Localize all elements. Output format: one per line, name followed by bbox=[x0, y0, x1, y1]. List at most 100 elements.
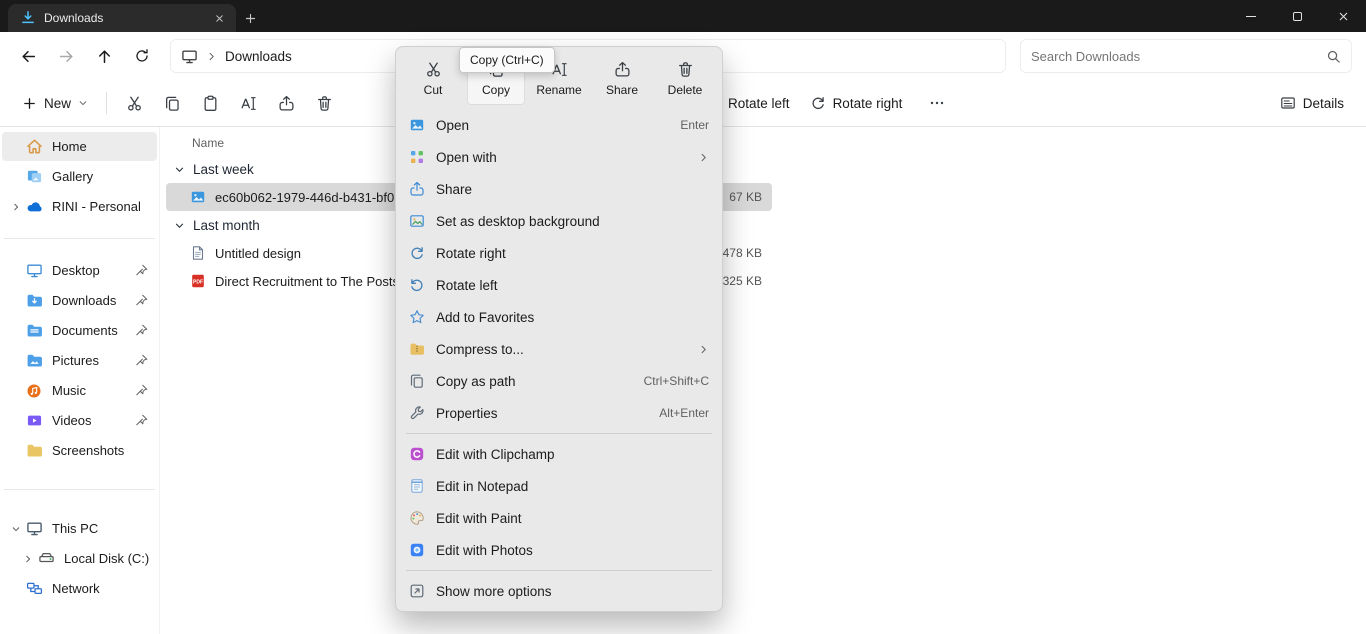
menu-item-open[interactable]: Open Enter bbox=[400, 109, 718, 141]
menu-item-copy-as-path[interactable]: Copy as path Ctrl+Shift+C bbox=[400, 365, 718, 397]
sidebar-item-music[interactable]: Music bbox=[2, 376, 157, 405]
sidebar-item-videos[interactable]: Videos bbox=[2, 406, 157, 435]
context-cut-button[interactable]: Cut bbox=[404, 53, 462, 105]
rename-button[interactable] bbox=[229, 86, 267, 120]
sidebar-label: Desktop bbox=[52, 263, 100, 278]
menu-item-label: Share bbox=[436, 182, 472, 197]
menu-item-compress-to[interactable]: Compress to... bbox=[400, 333, 718, 365]
sidebar-divider bbox=[4, 238, 155, 239]
tab-close-icon[interactable] bbox=[210, 9, 228, 27]
group-header-last-week[interactable]: Last week bbox=[166, 155, 1366, 183]
chevron-down-icon[interactable] bbox=[174, 164, 185, 175]
rotate-right-icon bbox=[409, 245, 425, 261]
quick-action-label: Rename bbox=[536, 83, 581, 97]
explorer-tab-downloads[interactable]: Downloads bbox=[8, 4, 236, 32]
menu-item-label: Edit with Clipchamp bbox=[436, 447, 555, 462]
details-pane-button[interactable]: Details bbox=[1270, 86, 1354, 120]
sidebar-item-this-pc[interactable]: This PC bbox=[2, 514, 157, 543]
menu-item-properties[interactable]: Properties Alt+Enter bbox=[400, 397, 718, 429]
rotate-right-icon bbox=[810, 95, 826, 111]
new-tab-button[interactable] bbox=[236, 4, 264, 32]
image-file-icon bbox=[190, 189, 206, 205]
group-label: Last week bbox=[193, 162, 254, 177]
share-icon bbox=[409, 181, 425, 197]
minimize-button[interactable] bbox=[1228, 0, 1274, 32]
toolbar-divider bbox=[106, 92, 107, 114]
maximize-button[interactable] bbox=[1274, 0, 1320, 32]
tab-title: Downloads bbox=[44, 11, 202, 25]
document-file-icon bbox=[190, 245, 206, 261]
sidebar-item-gallery[interactable]: Gallery bbox=[2, 162, 157, 191]
sidebar-item-home[interactable]: Home bbox=[2, 132, 157, 161]
search-box[interactable] bbox=[1020, 39, 1352, 73]
menu-item-show-more-options[interactable]: Show more options bbox=[400, 575, 718, 607]
sidebar-item-screenshots[interactable]: Screenshots bbox=[2, 436, 157, 465]
context-delete-button[interactable]: Delete bbox=[656, 53, 714, 105]
menu-shortcut: Alt+Enter bbox=[659, 406, 709, 420]
plus-icon bbox=[22, 96, 37, 111]
sidebar-item-local-disk-c[interactable]: Local Disk (C:) bbox=[2, 544, 157, 573]
chevron-right-icon[interactable] bbox=[20, 554, 36, 564]
scissors-icon bbox=[425, 61, 442, 78]
paste-button[interactable] bbox=[191, 86, 229, 120]
submenu-chevron-icon bbox=[698, 344, 709, 355]
refresh-button[interactable] bbox=[124, 38, 160, 74]
menu-item-rotate-right[interactable]: Rotate right bbox=[400, 237, 718, 269]
rotate-left-icon bbox=[409, 277, 425, 293]
menu-item-label: Rotate left bbox=[436, 278, 498, 293]
sidebar-item-pictures[interactable]: Pictures bbox=[2, 346, 157, 375]
menu-item-rotate-left[interactable]: Rotate left bbox=[400, 269, 718, 301]
sidebar-item-onedrive[interactable]: RINI - Personal bbox=[2, 192, 157, 221]
chevron-down-icon[interactable] bbox=[174, 220, 185, 231]
group-header-last-month[interactable]: Last month bbox=[166, 211, 1366, 239]
close-button[interactable] bbox=[1320, 0, 1366, 32]
delete-button[interactable] bbox=[305, 86, 343, 120]
menu-item-edit-with-photos[interactable]: Edit with Photos bbox=[400, 534, 718, 566]
context-share-button[interactable]: Share bbox=[593, 53, 651, 105]
group-label: Last month bbox=[193, 218, 260, 233]
copy-button[interactable] bbox=[153, 86, 191, 120]
window-controls bbox=[1228, 0, 1366, 32]
menu-item-edit-in-notepad[interactable]: Edit in Notepad bbox=[400, 470, 718, 502]
sidebar-label: Home bbox=[52, 139, 87, 154]
menu-item-label: Show more options bbox=[436, 584, 552, 599]
column-header-name[interactable]: Name bbox=[166, 131, 1366, 155]
menu-item-edit-with-paint[interactable]: Edit with Paint bbox=[400, 502, 718, 534]
sidebar-label: Screenshots bbox=[52, 443, 124, 458]
sidebar-item-downloads[interactable]: Downloads bbox=[2, 286, 157, 315]
rotate-right-label: Rotate right bbox=[833, 96, 903, 111]
new-button[interactable]: New bbox=[12, 86, 98, 120]
quick-action-label: Copy bbox=[482, 83, 510, 97]
sidebar-label: Network bbox=[52, 581, 100, 596]
pin-icon bbox=[135, 384, 148, 397]
breadcrumb-location[interactable]: Downloads bbox=[225, 49, 292, 64]
menu-item-label: Properties bbox=[436, 406, 498, 421]
menu-item-share[interactable]: Share bbox=[400, 173, 718, 205]
wrench-icon bbox=[409, 405, 425, 421]
forward-button[interactable] bbox=[48, 38, 84, 74]
menu-item-edit-with-clipchamp[interactable]: Edit with Clipchamp bbox=[400, 438, 718, 470]
share-button[interactable] bbox=[267, 86, 305, 120]
sidebar-item-desktop[interactable]: Desktop bbox=[2, 256, 157, 285]
search-input[interactable] bbox=[1031, 49, 1318, 64]
file-name: Untitled design bbox=[215, 246, 301, 261]
rotate-right-button[interactable]: Rotate right bbox=[800, 86, 913, 120]
menu-item-set-as-desktop-background[interactable]: Set as desktop background bbox=[400, 205, 718, 237]
sidebar-label: Downloads bbox=[52, 293, 116, 308]
menu-item-label: Edit with Photos bbox=[436, 543, 533, 558]
cut-button[interactable] bbox=[115, 86, 153, 120]
menu-item-open-with[interactable]: Open with bbox=[400, 141, 718, 173]
sidebar-label: Pictures bbox=[52, 353, 99, 368]
search-icon[interactable] bbox=[1326, 49, 1341, 64]
more-options-button[interactable] bbox=[918, 86, 956, 120]
menu-separator bbox=[406, 570, 712, 571]
sidebar-item-documents[interactable]: Documents bbox=[2, 316, 157, 345]
back-button[interactable] bbox=[10, 38, 46, 74]
chevron-down-icon[interactable] bbox=[8, 524, 24, 534]
menu-item-label: Edit in Notepad bbox=[436, 479, 528, 494]
chevron-right-icon[interactable] bbox=[8, 202, 24, 212]
menu-item-add-to-favorites[interactable]: Add to Favorites bbox=[400, 301, 718, 333]
wallpaper-icon bbox=[409, 213, 425, 229]
up-button[interactable] bbox=[86, 38, 122, 74]
sidebar-item-network[interactable]: Network bbox=[2, 574, 157, 603]
